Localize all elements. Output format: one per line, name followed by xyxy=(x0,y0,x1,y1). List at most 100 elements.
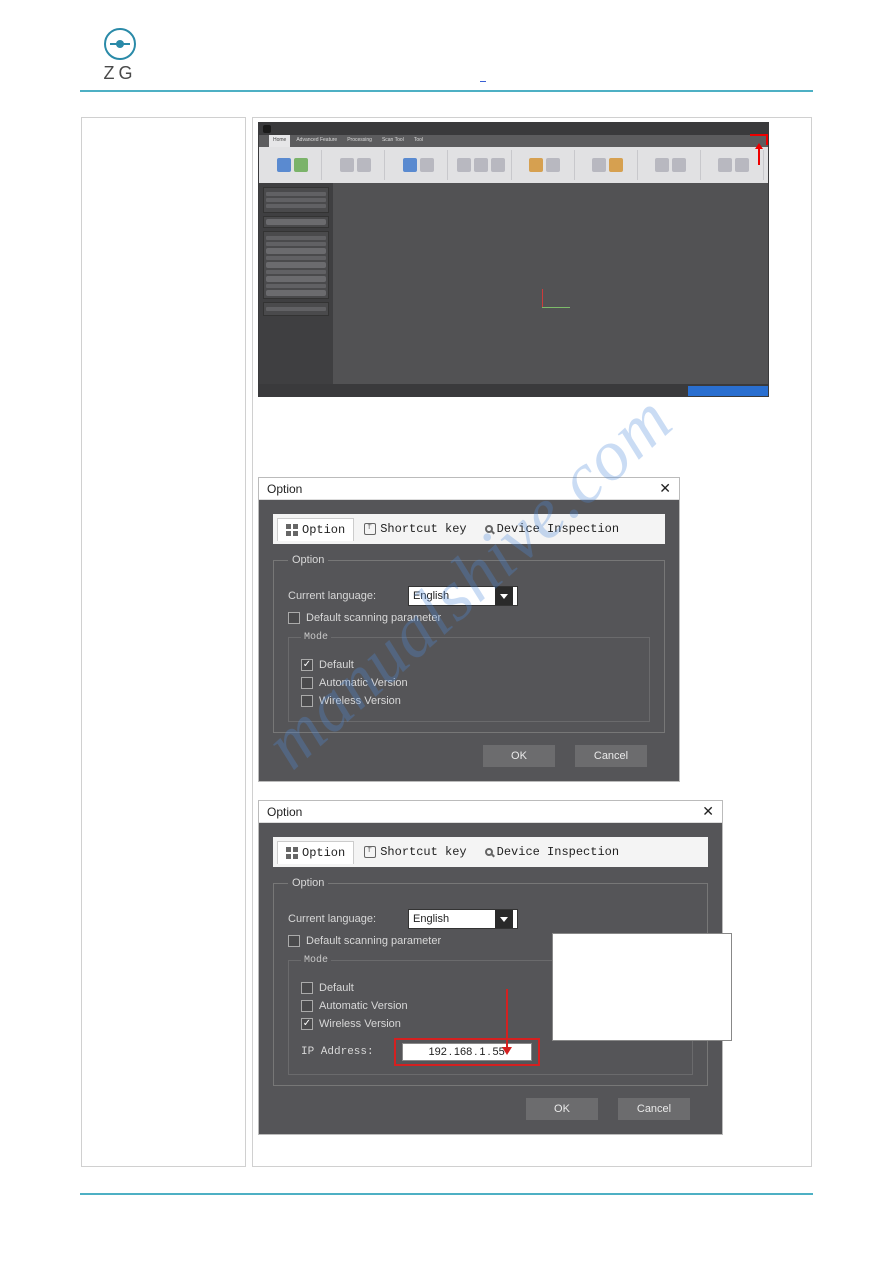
language-value: English xyxy=(413,590,449,602)
default-scan-label: Default scanning parameter xyxy=(306,612,441,624)
ribbon-icon[interactable] xyxy=(546,158,560,172)
keyboard-icon xyxy=(364,523,376,535)
tab-option-label: Option xyxy=(302,523,345,537)
language-value: English xyxy=(413,913,449,925)
ribbon-icon[interactable] xyxy=(457,158,471,172)
ribbon-icon[interactable] xyxy=(357,158,371,172)
dialog-tabstrip: Option Shortcut key Device Inspection xyxy=(273,514,665,544)
checkbox-icon xyxy=(301,677,313,689)
mode-legend: Mode xyxy=(301,955,331,966)
app-tab-home[interactable]: Home xyxy=(269,135,290,147)
checkbox-icon xyxy=(301,982,313,994)
tab-option[interactable]: Option xyxy=(277,841,354,864)
mode-default-checkbox[interactable]: Default xyxy=(301,982,354,994)
ribbon-icon[interactable] xyxy=(592,158,606,172)
mode-default-label: Default xyxy=(319,982,354,994)
mode-automatic-label: Automatic Version xyxy=(319,1000,408,1012)
tab-shortcut-key[interactable]: Shortcut key xyxy=(356,841,474,863)
option-fieldset: Option Current language: English Default… xyxy=(273,554,665,733)
ip-address-input[interactable]: 192. 168. 1. 55 xyxy=(402,1043,532,1061)
manual-left-column xyxy=(81,117,246,1167)
default-scan-checkbox[interactable]: Default scanning parameter xyxy=(288,935,441,947)
ribbon-icon[interactable] xyxy=(294,158,308,172)
app-tab-advanced[interactable]: Advanced Feature xyxy=(292,135,341,147)
ribbon-icon[interactable] xyxy=(420,158,434,172)
language-label: Current language: xyxy=(288,913,408,925)
brand-logo: ZG xyxy=(100,28,140,84)
dialog-titlebar: Option ✕ xyxy=(259,801,722,823)
ribbon-icon[interactable] xyxy=(718,158,732,172)
checkbox-icon xyxy=(288,935,300,947)
ribbon-icon[interactable] xyxy=(735,158,749,172)
ip-octet-1: 192 xyxy=(428,1046,446,1058)
ribbon-icon[interactable] xyxy=(474,158,488,172)
ip-address-label: IP Address: xyxy=(301,1046,374,1058)
mode-default-checkbox[interactable]: Default xyxy=(301,659,354,671)
ribbon-icon[interactable] xyxy=(609,158,623,172)
mode-legend: Mode xyxy=(301,632,331,643)
red-arrow-icon xyxy=(758,147,760,165)
cancel-button[interactable]: Cancel xyxy=(575,745,647,767)
app-tab-processing[interactable]: Processing xyxy=(343,135,376,147)
app-tab-tool[interactable]: Tool xyxy=(410,135,427,147)
ribbon-icon[interactable] xyxy=(491,158,505,172)
close-icon[interactable]: ✕ xyxy=(659,480,671,497)
checkbox-icon xyxy=(301,1000,313,1012)
mode-wireless-label: Wireless Version xyxy=(319,695,401,707)
ip-octet-2: 168 xyxy=(454,1046,472,1058)
cancel-button[interactable]: Cancel xyxy=(618,1098,690,1120)
app-screenshot: Home Advanced Feature Processing Scan To… xyxy=(258,122,769,397)
app-ribbon xyxy=(259,147,768,183)
mode-fieldset: Mode Default Automatic Version Wireless … xyxy=(288,632,650,722)
tab-shortcut-label: Shortcut key xyxy=(380,522,466,536)
magnifier-icon xyxy=(485,848,493,856)
mode-automatic-checkbox[interactable]: Automatic Version xyxy=(301,1000,408,1012)
ribbon-icon[interactable] xyxy=(672,158,686,172)
mode-automatic-checkbox[interactable]: Automatic Version xyxy=(301,677,408,689)
brand-name: ZG xyxy=(104,63,137,84)
ip-highlight-box: 192. 168. 1. 55 xyxy=(394,1038,540,1066)
horizontal-rule-bottom xyxy=(80,1193,813,1195)
ribbon-icon[interactable] xyxy=(277,158,291,172)
header-link[interactable] xyxy=(480,80,486,82)
tab-device-inspection[interactable]: Device Inspection xyxy=(477,518,627,540)
app-menu-tabs: Home Advanced Feature Processing Scan To… xyxy=(259,135,768,147)
option-dialog-2: Option ✕ Option Shortcut key Device Insp… xyxy=(258,800,723,1135)
chevron-down-icon xyxy=(495,587,513,605)
mode-wireless-checkbox[interactable]: Wireless Version xyxy=(301,695,401,707)
grid-icon xyxy=(286,524,298,536)
checkbox-icon xyxy=(301,695,313,707)
magnifier-icon xyxy=(485,525,493,533)
app-3d-viewport[interactable] xyxy=(333,183,768,396)
option-dialog-1: Option ✕ Option Shortcut key Device Insp… xyxy=(258,477,680,782)
ribbon-icon[interactable] xyxy=(655,158,669,172)
ribbon-icon[interactable] xyxy=(529,158,543,172)
app-side-panel xyxy=(259,183,333,396)
ribbon-icon[interactable] xyxy=(340,158,354,172)
option-legend: Option xyxy=(288,554,328,566)
dialog-tabstrip: Option Shortcut key Device Inspection xyxy=(273,837,708,867)
ip-octet-3: 1 xyxy=(479,1046,485,1058)
close-icon[interactable]: ✕ xyxy=(702,803,714,820)
ok-button[interactable]: OK xyxy=(483,745,555,767)
ok-button[interactable]: OK xyxy=(526,1098,598,1120)
app-tab-scantool[interactable]: Scan Tool xyxy=(378,135,408,147)
tab-device-label: Device Inspection xyxy=(497,845,619,859)
page-header: ZG xyxy=(0,0,893,84)
mode-wireless-checkbox[interactable]: Wireless Version xyxy=(301,1018,401,1030)
tab-shortcut-key[interactable]: Shortcut key xyxy=(356,518,474,540)
language-select[interactable]: English xyxy=(408,586,518,606)
ribbon-icon[interactable] xyxy=(403,158,417,172)
tab-option-label: Option xyxy=(302,846,345,860)
default-scan-checkbox[interactable]: Default scanning parameter xyxy=(288,612,441,624)
default-scan-label: Default scanning parameter xyxy=(306,935,441,947)
tab-device-inspection[interactable]: Device Inspection xyxy=(477,841,627,863)
chevron-down-icon xyxy=(495,910,513,928)
tab-option[interactable]: Option xyxy=(277,518,354,541)
checkbox-icon xyxy=(301,659,313,671)
manual-right-column: Home Advanced Feature Processing Scan To… xyxy=(252,117,812,1167)
option-legend: Option xyxy=(288,877,328,889)
red-arrow-icon xyxy=(506,989,508,1049)
language-select[interactable]: English xyxy=(408,909,518,929)
app-statusbar xyxy=(259,384,768,396)
